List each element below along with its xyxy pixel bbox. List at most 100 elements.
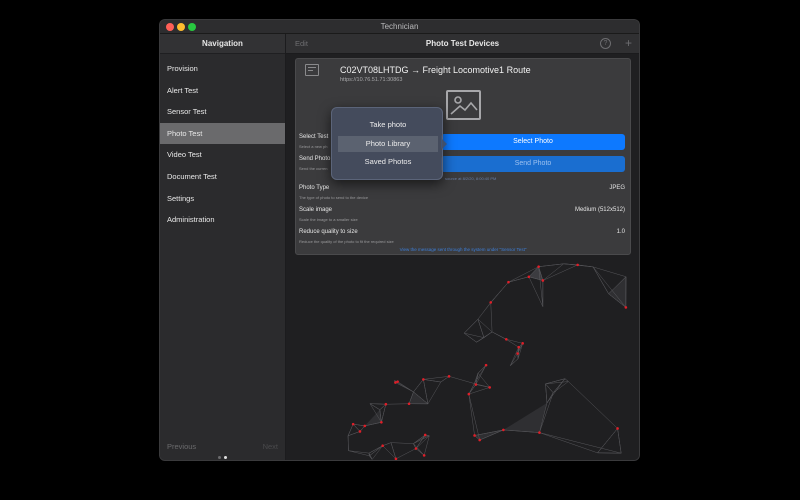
send-photo-description: Send the curren xyxy=(299,166,328,171)
network-line xyxy=(546,378,566,404)
network-node xyxy=(538,431,541,434)
photo-type-label: Photo Type xyxy=(299,185,330,191)
sidebar-item-photo-test[interactable]: Photo Test xyxy=(160,122,285,145)
network-node xyxy=(358,430,362,433)
network-line xyxy=(468,384,477,395)
network-node xyxy=(447,375,451,378)
network-line xyxy=(423,379,441,383)
network-node xyxy=(467,392,471,396)
send-photo-note: source at 8/2/20, 8:00:40 PM xyxy=(445,176,497,181)
photo-type-value[interactable]: JPEG xyxy=(609,185,625,191)
select-test-label: Select Test xyxy=(299,134,329,140)
page-indicator[interactable] xyxy=(218,446,230,460)
sidebar-item-sensor-test[interactable]: Sensor Test xyxy=(160,101,285,123)
sidebar: Navigation Provision Alert Test Sensor T… xyxy=(160,34,286,460)
network-node xyxy=(484,363,488,367)
sidebar-item-settings[interactable]: Settings xyxy=(160,188,285,210)
next-button[interactable]: Next xyxy=(263,442,278,451)
network-facet xyxy=(474,429,504,441)
network-line xyxy=(528,276,544,307)
network-line xyxy=(395,448,417,460)
network-node xyxy=(489,301,493,304)
reduce-quality-description: Reduce the quality of the photo to fit t… xyxy=(299,239,394,244)
main-panel: Edit Photo Test Devices ? + C02VT08LHTDG… xyxy=(286,34,639,460)
sidebar-item-video-test[interactable]: Video Test xyxy=(160,144,285,166)
network-line xyxy=(545,383,548,404)
page-dot[interactable] xyxy=(218,456,221,459)
app-window: Technician Navigation Provision Alert Te… xyxy=(160,20,639,460)
page-title: Photo Test Devices xyxy=(425,39,500,48)
network-node xyxy=(394,381,397,384)
network-node xyxy=(521,342,524,345)
network-node xyxy=(380,420,383,424)
select-test-description: Select a new ph xyxy=(299,144,328,149)
network-line xyxy=(348,450,370,454)
network-node xyxy=(474,383,478,386)
select-photo-button[interactable]: Select Photo xyxy=(441,134,625,150)
sidebar-item-provision[interactable]: Provision xyxy=(160,58,285,80)
network-line xyxy=(509,347,519,366)
network-node xyxy=(576,263,579,267)
photo-placeholder-icon xyxy=(446,90,481,120)
sidebar-header: Navigation xyxy=(160,34,285,54)
scale-image-description: Scale the image to a smaller size xyxy=(299,217,358,222)
network-facet xyxy=(413,434,430,444)
device-icon xyxy=(305,64,319,76)
sensor-test-link[interactable]: View the message sent through the system… xyxy=(296,247,630,252)
plus-icon[interactable]: + xyxy=(625,36,632,50)
photo-library-menu-item[interactable]: Photo Library xyxy=(338,136,438,152)
window-title: Technician xyxy=(380,22,419,31)
device-url: https://10.76.51.71:30863 xyxy=(340,77,403,83)
title-bar: Technician xyxy=(160,20,639,34)
network-line xyxy=(369,403,386,405)
scale-image-value[interactable]: Medium (512x512) xyxy=(575,207,625,213)
photo-source-popover: Take photo Photo Library Saved Photos xyxy=(331,107,447,180)
network-line xyxy=(542,264,578,281)
photo-type-description: The type of photo to send to the device xyxy=(299,195,369,200)
scale-image-label: Scale image xyxy=(299,207,333,213)
network-line xyxy=(483,331,493,338)
network-node xyxy=(507,280,510,284)
network-node xyxy=(478,438,481,442)
network-node xyxy=(488,386,491,389)
sidebar-item-administration[interactable]: Administration xyxy=(160,209,285,231)
network-line xyxy=(490,302,493,332)
send-photo-button[interactable]: Send Photo xyxy=(441,156,625,172)
page-dot-active[interactable] xyxy=(224,456,227,459)
network-node xyxy=(384,402,388,406)
take-photo-menu-item[interactable]: Take photo xyxy=(338,117,438,133)
network-line xyxy=(597,428,618,454)
network-line xyxy=(545,383,554,393)
network-line xyxy=(539,432,622,454)
previous-button[interactable]: Previous xyxy=(167,442,196,451)
network-node xyxy=(624,306,628,309)
network-line xyxy=(427,381,442,404)
network-node xyxy=(616,427,619,430)
network-line xyxy=(348,450,370,457)
network-line xyxy=(564,378,569,382)
main-header: Edit Photo Test Devices ? + xyxy=(286,34,639,54)
network-line xyxy=(552,378,566,393)
saved-photos-menu-item[interactable]: Saved Photos xyxy=(338,154,438,170)
network-line xyxy=(477,364,487,374)
sidebar-item-document-test[interactable]: Document Test xyxy=(160,166,285,188)
network-line xyxy=(464,319,479,334)
reduce-quality-value[interactable]: 1.0 xyxy=(617,229,625,235)
network-node xyxy=(541,279,545,282)
sidebar-item-alert-test[interactable]: Alert Test xyxy=(160,80,285,102)
network-line xyxy=(509,353,518,366)
question-circle-icon[interactable]: ? xyxy=(600,38,611,49)
sidebar-list: Provision Alert Test Sensor Test Photo T… xyxy=(160,58,285,231)
network-line xyxy=(413,443,425,456)
network-line xyxy=(508,276,529,283)
network-line xyxy=(545,381,569,385)
network-line xyxy=(382,442,392,446)
network-line xyxy=(577,264,594,268)
network-node xyxy=(381,444,384,448)
network-line xyxy=(448,376,475,384)
sidebar-footer: Previous Next xyxy=(160,442,285,459)
network-node xyxy=(422,378,425,381)
network-line xyxy=(538,263,564,267)
network-line xyxy=(413,379,424,393)
network-node xyxy=(363,424,367,428)
